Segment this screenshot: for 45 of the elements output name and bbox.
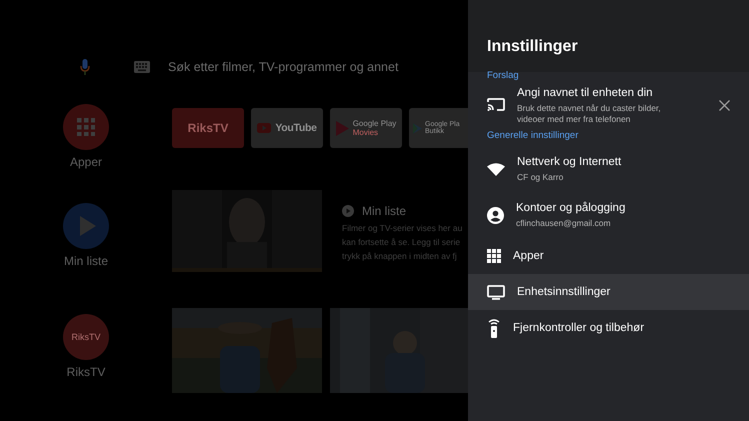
microphone-icon[interactable] — [80, 58, 90, 76]
search-field[interactable]: Søk etter filmer, TV-programmer og annet — [168, 60, 398, 74]
item-title: Angi navnet til enheten din — [517, 86, 654, 100]
item-title: Fjernkontroller og tilbehør — [513, 320, 646, 336]
item-title: Enhetsinnstillinger — [517, 284, 612, 300]
item-title: Apper — [513, 248, 545, 264]
item-title: Nettverk og Internett — [517, 155, 622, 170]
settings-item[interactable]: Angi navnet til enheten din Bruk dette navnet når du caster bilder, videoer med mer fra telefonen — [468, 82, 749, 128]
grid-icon — [77, 118, 95, 136]
close-icon[interactable] — [719, 100, 730, 110]
channel-label: RiksTV — [66, 365, 106, 379]
settings-item[interactable]: Apper — [468, 238, 749, 274]
cast-icon — [487, 98, 505, 112]
wifi-icon — [487, 162, 505, 176]
play-icon — [80, 216, 96, 236]
play-triangle-icon — [413, 120, 422, 136]
settings-item[interactable]: Nettverk og Internett CF og Karro — [468, 146, 749, 192]
play-icon — [342, 205, 354, 217]
description-line: kan fortsette å se. Legg til serie — [342, 236, 462, 249]
channel-button[interactable] — [63, 104, 109, 150]
channel-label: Apper — [70, 155, 102, 169]
section-title: Min liste — [362, 204, 406, 218]
settings-item[interactable]: Kontoer og pålogging cflinchausen@gmail.com — [468, 192, 749, 238]
app-tile[interactable]: YouTube — [251, 108, 323, 148]
description-line: Filmer og TV-serier vises her au — [342, 222, 462, 235]
app-logo: RiksTV — [72, 332, 100, 342]
settings-item[interactable]: Enhetsinnstillinger — [468, 274, 749, 310]
panel-title: Innstillinger — [487, 38, 578, 56]
account-icon — [487, 206, 504, 224]
item-subtitle: Bruk dette navnet når du caster bilder, videoer med mer fra telefonen — [517, 102, 662, 124]
app-tile[interactable]: Google Play Movies — [330, 108, 402, 148]
channel-label: Min liste — [64, 254, 108, 268]
play-icon — [257, 123, 272, 133]
channel-button[interactable] — [63, 203, 109, 249]
tv-icon — [487, 284, 505, 300]
section-heading: Generelle innstillinger — [486, 130, 580, 142]
item-subtitle: cflinchausen@gmail.com — [516, 218, 612, 229]
item-title: Kontoer og pålogging — [516, 201, 626, 216]
grid-icon — [487, 249, 501, 263]
section-heading: Forslag — [486, 70, 520, 82]
channel-button[interactable]: RiksTV — [63, 314, 109, 360]
item-subtitle: CF og Karro — [517, 172, 564, 183]
remote-icon — [487, 318, 501, 338]
settings-item[interactable]: Fjernkontroller og tilbehør — [468, 310, 749, 346]
keyboard-icon[interactable] — [134, 61, 150, 73]
